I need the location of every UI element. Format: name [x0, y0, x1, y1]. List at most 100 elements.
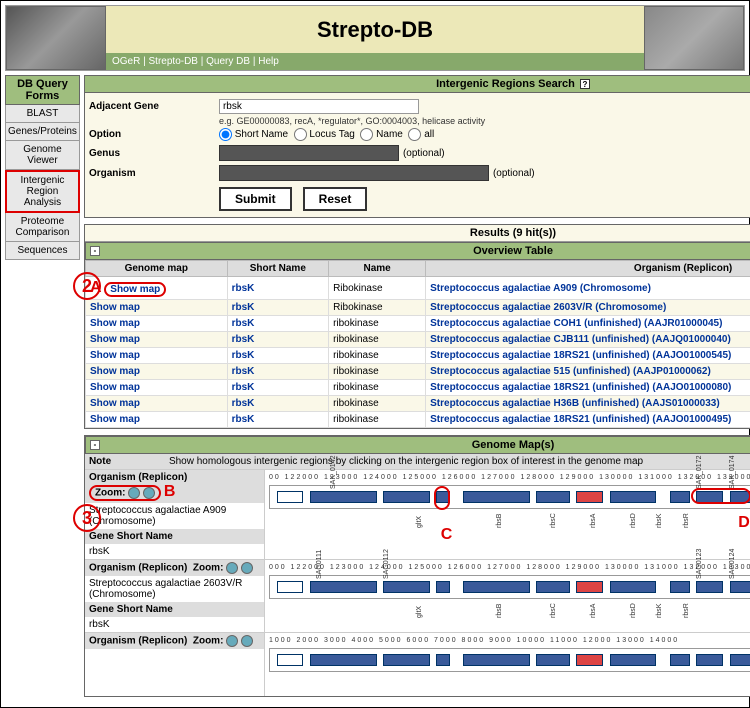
- genome-track[interactable]: SAG0111SAG0112SAG0123SAG0124SAG0125gltXr…: [269, 575, 750, 599]
- search-panel: Intergenic Regions Search ? 1 Adjacent G…: [84, 75, 750, 218]
- short-name-link[interactable]: rbsK: [232, 414, 255, 425]
- header-image-right: [644, 6, 744, 70]
- zoom-out-icon[interactable]: [241, 635, 253, 647]
- ruler: 000 122000 123000 124000 125000 126000 1…: [269, 564, 750, 571]
- sidebar-item-genome-viewer[interactable]: Genome Viewer: [5, 141, 80, 170]
- short-name-link[interactable]: rbsK: [232, 350, 255, 361]
- genus-label: Genus: [89, 148, 219, 159]
- short-name-link[interactable]: rbsK: [232, 318, 255, 329]
- annotation-d: D: [738, 514, 750, 532]
- radio-all[interactable]: [408, 128, 421, 141]
- short-name-link[interactable]: rbsK: [232, 334, 255, 345]
- organism-link[interactable]: Streptococcus agalactiae 18RS21 (unfinis…: [430, 414, 731, 425]
- short-name-link[interactable]: rbsK: [232, 366, 255, 377]
- zoom-out-icon[interactable]: [143, 487, 155, 499]
- radio-locustag[interactable]: [294, 128, 307, 141]
- genus-select[interactable]: [219, 145, 399, 161]
- annotation-d-oval: [691, 488, 750, 504]
- adjacent-gene-input[interactable]: [219, 99, 419, 114]
- organism-link[interactable]: Streptococcus agalactiae 18RS21 (unfinis…: [430, 350, 731, 361]
- zoom-in-icon[interactable]: [128, 487, 140, 499]
- genome-map-block: Organism (Replicon) Zoom: top |↑1000 200…: [85, 632, 750, 696]
- results-panel: Results (9 hit(s)) - Overview Table top …: [84, 224, 750, 429]
- zoom-label: Zoom:: [95, 488, 126, 499]
- radio-shortname[interactable]: [219, 128, 232, 141]
- header: Strepto-DB OGeR | Strepto-DB | Query DB …: [5, 5, 745, 71]
- nav-help[interactable]: Help: [258, 56, 279, 67]
- genome-track[interactable]: [269, 648, 750, 672]
- annotation-c-oval: [434, 486, 450, 510]
- show-map-link[interactable]: Show map: [90, 302, 140, 313]
- name-cell: Ribokinase: [329, 300, 426, 316]
- ruler: 00 122000 123000 124000 125000 126000 12…: [269, 474, 750, 481]
- short-name-link[interactable]: rbsK: [232, 398, 255, 409]
- sidebar-header: DB Query Forms: [5, 75, 80, 105]
- help-icon[interactable]: ?: [580, 79, 590, 89]
- annotation-3: 3: [73, 504, 101, 532]
- sidebar-item-genes[interactable]: Genes/Proteins: [5, 123, 80, 141]
- table-row: Show map rbsK ribokinase Streptococcus agal…: [85, 412, 750, 428]
- organism-link[interactable]: Streptococcus agalactiae H36B (unfinishe…: [430, 398, 720, 409]
- adjacent-gene-label: Adjacent Gene: [89, 101, 219, 112]
- name-cell: ribokinase: [329, 380, 426, 396]
- show-map-link[interactable]: Show map: [90, 350, 140, 361]
- organism-link[interactable]: Streptococcus agalactiae CJB111 (unfinis…: [430, 334, 731, 345]
- org-rep-label: Organism (Replicon): [89, 636, 187, 647]
- zoom-in-icon[interactable]: [226, 635, 238, 647]
- show-map-link[interactable]: Show map: [90, 398, 140, 409]
- sidebar: DB Query Forms BLAST Genes/Proteins Geno…: [5, 75, 80, 703]
- show-map-link[interactable]: Show map: [90, 382, 140, 393]
- name-cell: ribokinase: [329, 412, 426, 428]
- table-row: Show maprbsKribokinaseStreptococcus agal…: [85, 316, 750, 332]
- short-label: Gene Short Name: [85, 602, 264, 617]
- nav-oger[interactable]: OGeR: [112, 56, 140, 67]
- name-cell: ribokinase: [329, 364, 426, 380]
- genome-track[interactable]: SAK_0142SAK_0172SAK_0174SAK_0175gltXrbsB…: [269, 485, 750, 509]
- short-name-link[interactable]: rbsK: [232, 302, 255, 313]
- gm-note-label: Note: [89, 456, 169, 467]
- annotation-c: C: [441, 526, 453, 544]
- table-row: Show map rbsK Ribokinase Streptococcus agal…: [85, 300, 750, 316]
- nav-strepto[interactable]: Strepto-DB: [149, 56, 198, 67]
- short-name-value: rbsK: [85, 617, 264, 632]
- show-map-link[interactable]: Show map: [110, 284, 160, 295]
- nav-query[interactable]: Query DB: [206, 56, 250, 67]
- submit-button[interactable]: Submit: [219, 187, 292, 211]
- adjacent-gene-hint: e.g. GE00000083, recA, *regulator*, GO:0…: [89, 116, 750, 126]
- short-name-value: rbsK: [85, 544, 264, 559]
- organism-label: Organism: [89, 168, 219, 179]
- organism-link[interactable]: Streptococcus agalactiae 2603V/R (Chromo…: [430, 302, 666, 313]
- organism-name: Streptococcus agalactiae 2603V/R (Chromo…: [85, 576, 264, 602]
- organism-select[interactable]: [219, 165, 489, 181]
- show-map-link[interactable]: Show map: [90, 334, 140, 345]
- zoom-in-icon[interactable]: [226, 562, 238, 574]
- organism-link[interactable]: Streptococcus agalactiae A909 (Chromosom…: [430, 283, 651, 294]
- sidebar-item-proteome[interactable]: Proteome Comparison: [5, 213, 80, 242]
- reset-button[interactable]: Reset: [303, 187, 368, 211]
- col-short-name: Short Name: [227, 261, 328, 277]
- results-table: Genome map Short Name Name Organism (Rep…: [85, 260, 750, 428]
- organism-link[interactable]: Streptococcus agalactiae COH1 (unfinishe…: [430, 318, 722, 329]
- genome-map-block: Organism (Replicon) Zoom: BStreptococcus…: [85, 469, 750, 559]
- organism-link[interactable]: Streptococcus agalactiae 18RS21 (unfinis…: [430, 382, 731, 393]
- show-map-link[interactable]: Show map: [90, 318, 140, 329]
- show-map-link[interactable]: Show map: [90, 366, 140, 377]
- sidebar-item-blast[interactable]: BLAST: [5, 105, 80, 123]
- show-map-link[interactable]: Show map: [90, 414, 140, 425]
- genome-maps-panel: - Genome Map(s) top |↑ Note Show homolog…: [84, 435, 750, 697]
- collapse-icon-gm[interactable]: -: [90, 440, 100, 450]
- short-name-link[interactable]: rbsK: [232, 283, 255, 294]
- collapse-icon[interactable]: -: [90, 246, 100, 256]
- name-cell: ribokinase: [329, 332, 426, 348]
- table-row: Show map rbsK ribokinase Streptococcus agal…: [85, 380, 750, 396]
- sidebar-item-sequences[interactable]: Sequences: [5, 242, 80, 260]
- genus-optional: (optional): [403, 148, 445, 159]
- short-name-link[interactable]: rbsK: [232, 382, 255, 393]
- sidebar-item-intergenic[interactable]: Intergenic Region Analysis: [5, 170, 80, 213]
- zoom-out-icon[interactable]: [241, 562, 253, 574]
- table-row: Show map rbsK ribokinase Streptococcus agal…: [85, 332, 750, 348]
- radio-name[interactable]: [360, 128, 373, 141]
- org-rep-label: Organism (Replicon): [89, 472, 187, 483]
- zoom-label: Zoom:: [193, 563, 224, 574]
- organism-link[interactable]: Streptococcus agalactiae 515 (unfinished…: [430, 366, 711, 377]
